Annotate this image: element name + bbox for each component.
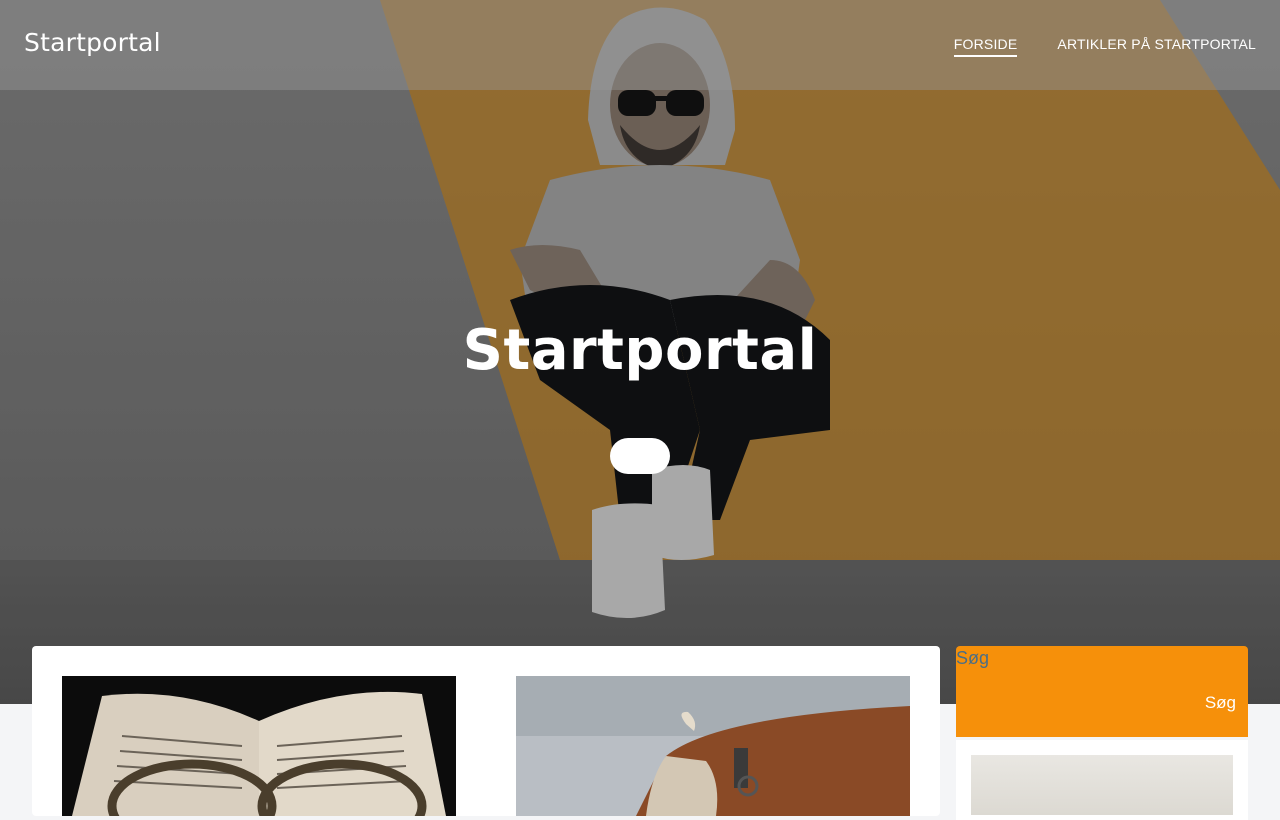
search-label: Søg [956, 648, 990, 668]
search-button[interactable]: Søg [1205, 693, 1236, 713]
nav-item-artikler[interactable]: ARTIKLER PÅ STARTPORTAL [1057, 36, 1256, 57]
article-thumbnail-cow[interactable] [516, 676, 910, 816]
articles-card [32, 646, 940, 816]
hero-cta-button[interactable] [610, 438, 670, 474]
cow-image [516, 676, 910, 816]
hero-title: Startportal [462, 318, 818, 383]
search-widget: Søg Søg [956, 646, 1248, 737]
nav-item-forside[interactable]: FORSIDE [953, 36, 1018, 57]
article-thumbnail-book[interactable] [62, 676, 456, 816]
sidebar-card [956, 740, 1248, 820]
top-navigation-bar: Startportal FORSIDE ARTIKLER PÅ STARTPOR… [0, 0, 1280, 90]
site-logo-link[interactable]: Startportal [24, 28, 161, 57]
book-glasses-image [62, 676, 456, 816]
main-nav: FORSIDE ARTIKLER PÅ STARTPORTAL [953, 36, 1256, 57]
sidebar-thumbnail[interactable] [971, 755, 1233, 815]
